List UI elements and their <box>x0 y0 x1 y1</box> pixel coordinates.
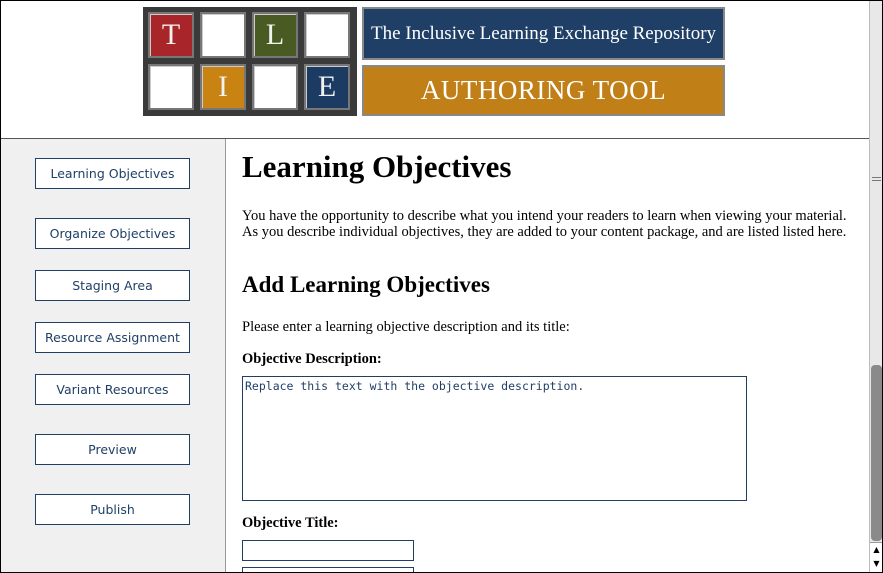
additional-input-field[interactable] <box>242 567 414 572</box>
logo-tile: L <box>252 12 298 58</box>
intro-text: You have the opportunity to describe wha… <box>242 208 847 240</box>
vertical-scrollbar[interactable]: ▲ ▼ <box>869 1 882 572</box>
nav-staging-area-button[interactable]: Staging Area <box>35 270 190 301</box>
window: T L I E The Inclusive Learning Exchange … <box>0 0 883 573</box>
scroll-thumb[interactable] <box>871 365 882 541</box>
main-content: Learning Objectives You have the opportu… <box>226 139 869 572</box>
sidebar: Learning Objectives Organize Objectives … <box>1 139 226 572</box>
logo-tile <box>304 12 350 58</box>
scroll-up-arrow-icon[interactable]: ▲ <box>870 543 882 557</box>
logo-tile <box>200 12 246 58</box>
logo-tile <box>252 64 298 110</box>
objective-title-label: Objective Title: <box>242 515 339 531</box>
objective-description-input[interactable]: Replace this text with the objective des… <box>242 376 747 501</box>
repository-banner: The Inclusive Learning Exchange Reposito… <box>362 7 725 60</box>
section-title: Add Learning Objectives <box>242 272 490 297</box>
nav-learning-objectives-button[interactable]: Learning Objectives <box>35 158 190 189</box>
header: T L I E The Inclusive Learning Exchange … <box>1 1 869 138</box>
logo-tile: E <box>304 64 350 110</box>
logo-tile: I <box>200 64 246 110</box>
scroll-arrows[interactable]: ▲ ▼ <box>870 542 882 572</box>
nav-organize-objectives-button[interactable]: Organize Objectives <box>35 218 190 249</box>
nav-resource-assignment-button[interactable]: Resource Assignment <box>35 322 190 353</box>
scroll-grip-icon <box>872 177 881 185</box>
form-prompt: Please enter a learning objective descri… <box>242 319 570 335</box>
objective-title-input[interactable] <box>242 540 414 561</box>
logo-tile <box>148 64 194 110</box>
scroll-down-arrow-icon[interactable]: ▼ <box>870 557 882 571</box>
nav-preview-button[interactable]: Preview <box>35 434 190 465</box>
authoring-tool-banner: AUTHORING TOOL <box>362 65 725 116</box>
nav-publish-button[interactable]: Publish <box>35 494 190 525</box>
page-title: Learning Objectives <box>242 149 512 184</box>
logo-tile: T <box>148 12 194 58</box>
nav-variant-resources-button[interactable]: Variant Resources <box>35 374 190 405</box>
tile-logo: T L I E <box>143 7 357 116</box>
objective-description-label: Objective Description: <box>242 351 382 367</box>
